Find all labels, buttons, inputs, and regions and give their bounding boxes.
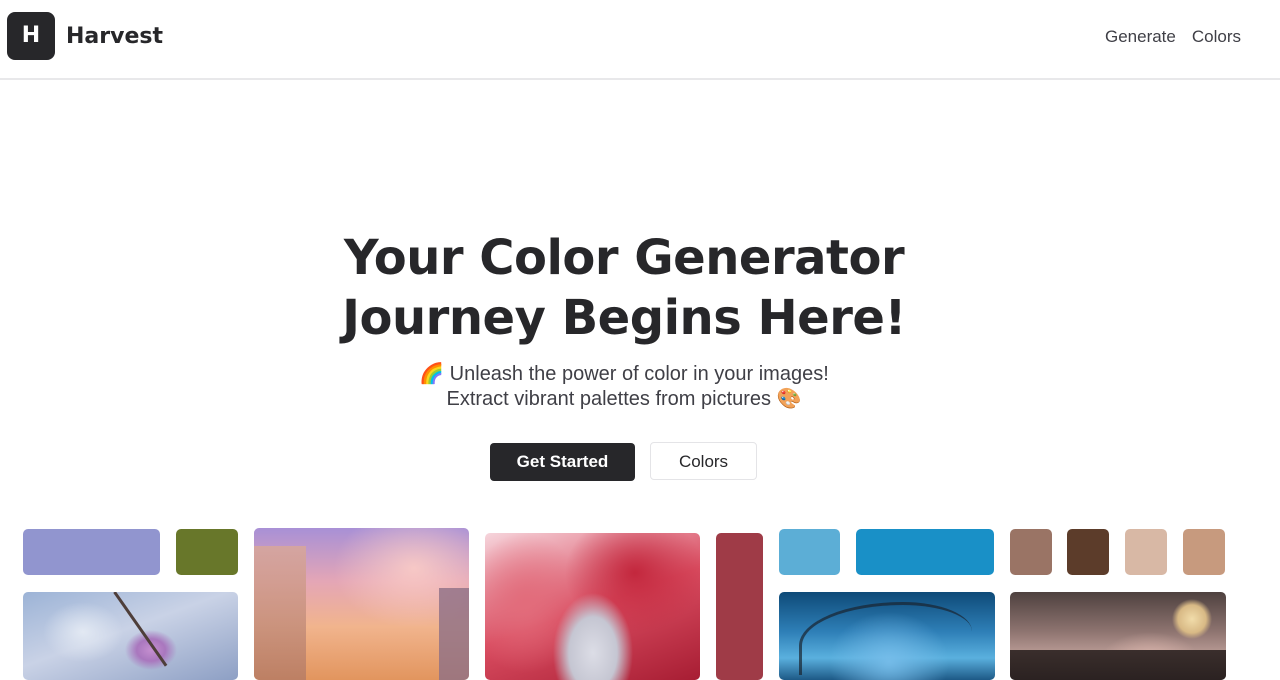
- nav-link-generate[interactable]: Generate: [1105, 25, 1176, 49]
- hero-title-line-2: Journey Begins Here!: [342, 290, 906, 346]
- swatch-ocean-blue[interactable]: [856, 529, 994, 575]
- colors-button[interactable]: Colors: [650, 442, 757, 480]
- nav-link-colors[interactable]: Colors: [1192, 25, 1241, 49]
- city-sunset-photo[interactable]: [254, 528, 469, 680]
- nav-links: Generate Colors: [1105, 25, 1241, 49]
- swatch-mocha[interactable]: [1010, 529, 1052, 575]
- hero-title-line-1: Your Color Generator: [343, 230, 905, 286]
- hero-subtitle-line-2: Extract vibrant palettes from pictures 🎨: [446, 388, 802, 410]
- swatch-crimson[interactable]: [716, 533, 763, 680]
- hero-subtitle-line-1: 🌈 Unleash the power of color in your ima…: [419, 363, 829, 385]
- swatch-dark-brown[interactable]: [1067, 529, 1109, 575]
- night-tree-photo[interactable]: [779, 592, 995, 680]
- logo[interactable]: H: [7, 12, 55, 60]
- swatch-beige[interactable]: [1125, 529, 1167, 575]
- navbar: H Harvest Generate Colors: [0, 0, 1280, 80]
- hero-subtitle: 🌈 Unleash the power of color in your ima…: [0, 362, 1248, 412]
- sakura-photo[interactable]: [23, 592, 238, 680]
- hero-title: Your Color Generator Journey Begins Here…: [0, 228, 1248, 348]
- swatch-tan[interactable]: [1183, 529, 1225, 575]
- swatch-sky-blue[interactable]: [779, 529, 840, 575]
- get-started-button[interactable]: Get Started: [490, 443, 635, 481]
- anime-illustration-photo[interactable]: [485, 533, 700, 680]
- brand-name[interactable]: Harvest: [66, 22, 163, 52]
- swatch-olive[interactable]: [176, 529, 238, 575]
- full-moon-photo[interactable]: [1010, 592, 1226, 680]
- swatch-lavender[interactable]: [23, 529, 160, 575]
